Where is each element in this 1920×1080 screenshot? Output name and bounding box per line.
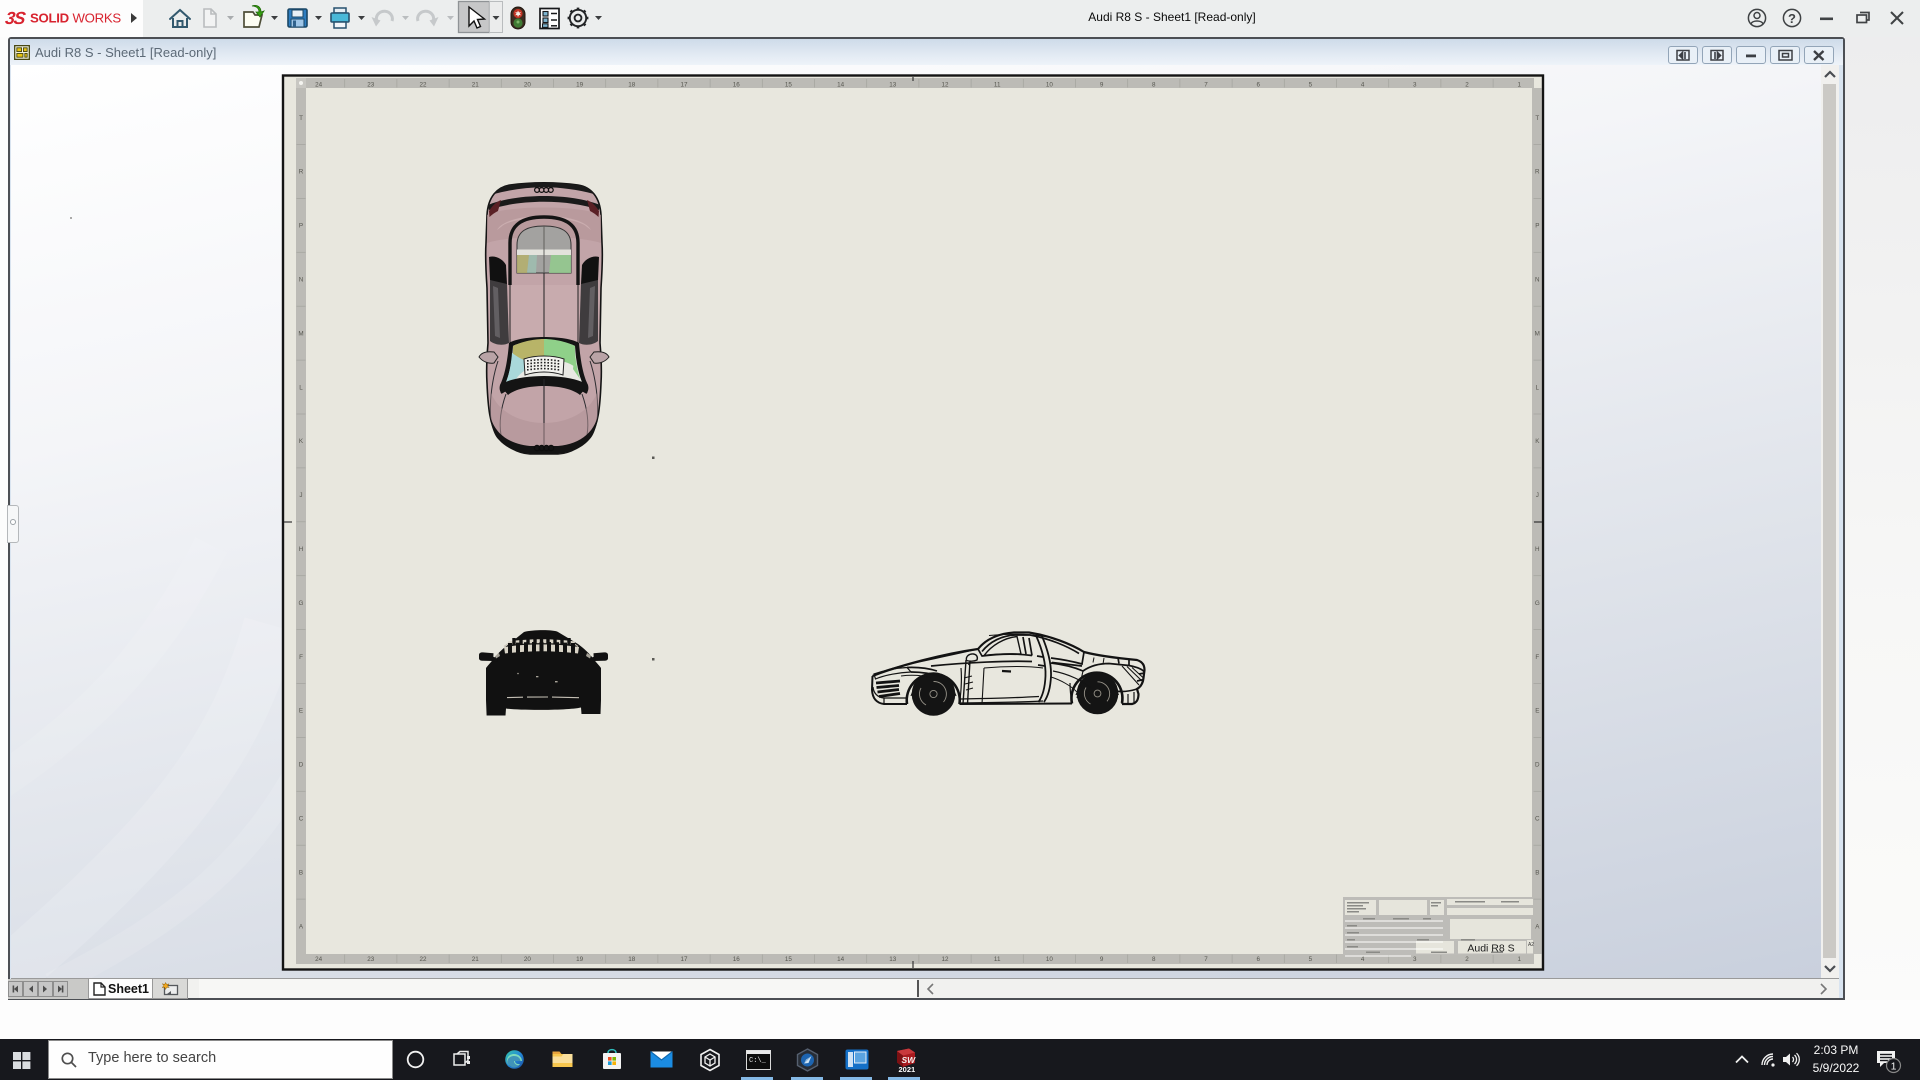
- svg-text:23: 23: [367, 82, 375, 89]
- svg-text:C: C: [1535, 816, 1540, 823]
- svg-text:9: 9: [1100, 82, 1104, 89]
- svg-text:G: G: [1535, 600, 1540, 607]
- svg-text:19: 19: [576, 956, 584, 963]
- svg-text:4: 4: [1361, 82, 1365, 89]
- svg-text:13: 13: [889, 82, 897, 89]
- svg-text:B: B: [299, 869, 303, 876]
- svg-text:3: 3: [1413, 82, 1417, 89]
- svg-text:G: G: [299, 600, 304, 607]
- svg-text:R: R: [299, 169, 304, 176]
- svg-text:20: 20: [524, 82, 532, 89]
- svg-text:6: 6: [1256, 956, 1260, 963]
- svg-text:3: 3: [1413, 956, 1417, 963]
- svg-text:7: 7: [1204, 956, 1208, 963]
- svg-text:P: P: [1535, 223, 1539, 230]
- svg-text:C: C: [299, 816, 304, 823]
- svg-text:H: H: [299, 546, 304, 553]
- svg-text:21: 21: [472, 956, 480, 963]
- svg-text:T: T: [299, 115, 303, 122]
- svg-text:18: 18: [628, 956, 636, 963]
- svg-text:15: 15: [785, 956, 793, 963]
- svg-text:J: J: [299, 492, 302, 499]
- svg-text:17: 17: [680, 956, 688, 963]
- svg-text:1: 1: [1517, 956, 1521, 963]
- svg-text:R: R: [1535, 169, 1540, 176]
- svg-text:10: 10: [1046, 82, 1054, 89]
- svg-text:M: M: [1535, 330, 1540, 337]
- svg-text:4: 4: [1361, 956, 1365, 963]
- svg-text:A2: A2: [1528, 942, 1534, 948]
- svg-text:10: 10: [1046, 956, 1054, 963]
- svg-text:T: T: [1535, 115, 1539, 122]
- svg-text:24: 24: [315, 956, 323, 963]
- svg-text:5: 5: [1309, 956, 1313, 963]
- svg-text:11: 11: [994, 82, 1001, 89]
- svg-text:2: 2: [1465, 956, 1469, 963]
- svg-text:22: 22: [419, 82, 427, 89]
- svg-text:14: 14: [837, 956, 845, 963]
- svg-text:9: 9: [1100, 956, 1104, 963]
- svg-text:N: N: [1535, 277, 1540, 284]
- svg-text:5: 5: [1309, 82, 1313, 89]
- svg-text:13: 13: [889, 956, 897, 963]
- svg-text:S: S: [13, 8, 28, 28]
- svg-text:J: J: [1536, 492, 1539, 499]
- svg-text:P: P: [299, 223, 303, 230]
- svg-text:L: L: [1536, 384, 1540, 391]
- svg-text:F: F: [1535, 654, 1539, 661]
- svg-text:1: 1: [1517, 82, 1521, 89]
- svg-text:6: 6: [1256, 82, 1260, 89]
- svg-text:F: F: [299, 654, 303, 661]
- svg-text:7: 7: [1204, 82, 1208, 89]
- svg-text:24: 24: [315, 82, 323, 89]
- svg-text:8: 8: [1152, 956, 1156, 963]
- svg-text:L: L: [299, 384, 303, 391]
- svg-text:21: 21: [472, 82, 480, 89]
- svg-text:2021: 2021: [899, 1065, 916, 1073]
- svg-text:14: 14: [837, 82, 845, 89]
- svg-text:16: 16: [733, 82, 741, 89]
- svg-text:11: 11: [994, 956, 1001, 963]
- svg-text:15: 15: [785, 82, 793, 89]
- svg-text:E: E: [1535, 708, 1539, 715]
- svg-text:17: 17: [680, 82, 688, 89]
- svg-text:16: 16: [733, 956, 741, 963]
- svg-text:20: 20: [524, 956, 532, 963]
- svg-text:8: 8: [1152, 82, 1156, 89]
- svg-text:12: 12: [941, 956, 949, 963]
- svg-text:D: D: [1535, 762, 1540, 769]
- svg-text:Audi R8 S: Audi R8 S: [1467, 943, 1514, 955]
- svg-text:N: N: [299, 277, 304, 284]
- svg-text:22: 22: [419, 956, 427, 963]
- svg-text:1: 1: [1891, 1061, 1897, 1073]
- svg-text:12: 12: [941, 82, 949, 89]
- svg-text:23: 23: [367, 956, 375, 963]
- svg-text:M: M: [298, 330, 303, 337]
- svg-text:E: E: [299, 708, 303, 715]
- svg-text:2: 2: [1465, 82, 1469, 89]
- svg-text:D: D: [299, 762, 304, 769]
- svg-text:18: 18: [628, 82, 636, 89]
- svg-text:SW: SW: [902, 1055, 917, 1065]
- svg-text:WORKS: WORKS: [73, 11, 122, 26]
- svg-text:C:\_: C:\_: [749, 1057, 767, 1065]
- svg-text:H: H: [1535, 546, 1540, 553]
- svg-text:B: B: [1535, 869, 1539, 876]
- svg-text:SOLID: SOLID: [30, 11, 69, 26]
- svg-text:?: ?: [1788, 11, 1796, 26]
- svg-text:19: 19: [576, 82, 584, 89]
